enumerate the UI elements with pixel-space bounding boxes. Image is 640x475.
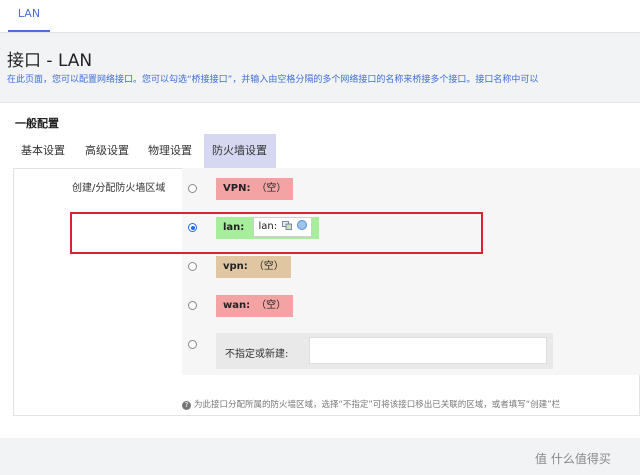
tab-physical-settings[interactable]: 物理设置 xyxy=(140,134,204,168)
zone-radio-vpn-upper[interactable] xyxy=(188,184,197,193)
help-icon: ? xyxy=(182,401,191,410)
zone-badge-vpn-upper: VPN: （空） xyxy=(216,178,294,200)
tab-lan[interactable]: LAN xyxy=(8,0,50,32)
zone-value: （空） xyxy=(256,183,287,194)
zone-value: （空） xyxy=(256,300,287,311)
new-zone-label: 不指定或新建: xyxy=(225,349,289,360)
zone-name: wan: xyxy=(223,300,251,311)
firewall-zone-label: 创建/分配防火墙区域 xyxy=(72,183,166,194)
top-nav-bar: LAN xyxy=(0,0,640,33)
tab-firewall-settings[interactable]: 防火墙设置 xyxy=(204,134,276,168)
zone-options: VPN: （空） lan: lan: vpn: （空） wan: （空） 不指定… xyxy=(182,168,640,375)
tab-advanced-settings[interactable]: 高级设置 xyxy=(77,134,140,168)
zone-badge-vpn: vpn: （空） xyxy=(216,256,291,278)
help-text-content: 为此接口分配所属的防火墙区域，选择“不指定”可将该接口移出已关联的区域，或者填写… xyxy=(194,400,561,410)
section-title: 一般配置 xyxy=(15,117,59,130)
zone-option-new[interactable]: 不指定或新建: xyxy=(182,328,640,374)
watermark: 值 什么值得买 xyxy=(535,450,611,467)
page-title: 接口 - LAN xyxy=(7,51,93,71)
zone-option-vpn[interactable]: vpn: （空） xyxy=(182,250,640,288)
zone-value: （空） xyxy=(253,261,284,272)
zone-name: VPN: xyxy=(223,183,251,194)
help-text: ? 为此接口分配所属的防火墙区域，选择“不指定”可将该接口移出已关联的区域，或者填… xyxy=(182,398,560,410)
firewall-settings-content: 创建/分配防火墙区域 VPN: （空） lan: lan: vpn: （空） w… xyxy=(13,168,640,416)
zone-badge-wan: wan: （空） xyxy=(216,295,294,317)
zone-radio-new[interactable] xyxy=(188,340,197,349)
zone-radio-wan[interactable] xyxy=(188,301,197,310)
new-zone-box: 不指定或新建: xyxy=(216,333,553,369)
highlight-annotation-box xyxy=(70,212,483,254)
general-config-panel: 一般配置 基本设置 高级设置 物理设置 防火墙设置 创建/分配防火墙区域 VPN… xyxy=(0,102,640,438)
watermark-text: 值 什么值得买 xyxy=(535,452,611,466)
tab-basic-settings[interactable]: 基本设置 xyxy=(13,134,77,168)
zone-option-vpn-upper[interactable]: VPN: （空） xyxy=(182,172,640,210)
page-description: 在此页面，您可以配置网络接口。您可以勾选“桥接接口”，并输入由空格分隔的多个网络… xyxy=(7,75,539,85)
zone-radio-vpn[interactable] xyxy=(188,262,197,271)
new-zone-input[interactable] xyxy=(309,337,547,364)
zone-option-wan[interactable]: wan: （空） xyxy=(182,289,640,327)
config-tabs: 基本设置 高级设置 物理设置 防火墙设置 xyxy=(13,134,640,169)
zone-name: vpn: xyxy=(223,261,248,272)
